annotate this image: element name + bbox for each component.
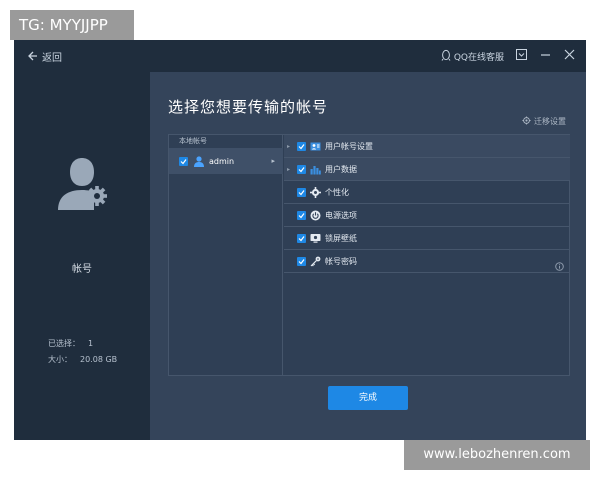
migration-settings-label: 迁移设置: [534, 117, 566, 126]
local-accounts-header: 本地帐号: [179, 137, 207, 145]
item-checkbox[interactable]: [297, 187, 306, 197]
transfer-items-list: ▸ 用户帐号设置 ▸ 用户数据 个性化 电源选项 锁屏壁纸 帐号密码: [284, 135, 570, 273]
title-bar-controls: QQ在线客服: [441, 48, 576, 64]
selected-count: 已选择： 1: [48, 338, 93, 349]
account-row-admin[interactable]: admin ▸: [169, 148, 283, 174]
close-button[interactable]: [562, 49, 576, 63]
list-item-lockscreen-wallpaper[interactable]: 锁屏壁纸: [284, 227, 570, 250]
title-bar: 返回 QQ在线客服: [14, 40, 586, 72]
item-label: 用户数据: [325, 164, 357, 174]
expand-arrow-icon[interactable]: ▸: [287, 143, 297, 150]
size-label: 大小：: [48, 355, 72, 364]
user-account-settings-icon: [310, 141, 321, 152]
close-icon: [564, 49, 575, 63]
item-label: 电源选项: [325, 210, 357, 220]
selected-value: 1: [88, 339, 94, 348]
size-value: 20.08 GB: [80, 355, 118, 364]
item-label: 锁屏壁纸: [325, 233, 357, 243]
account-avatar-settings-icon: [54, 154, 110, 214]
qq-support-label: QQ在线客服: [453, 52, 504, 63]
migration-settings-link[interactable]: 迁移设置: [522, 116, 566, 127]
item-checkbox[interactable]: [297, 210, 306, 220]
item-checkbox[interactable]: [297, 141, 306, 151]
dropdown-menu-icon: [515, 49, 527, 63]
list-item-user-account-settings[interactable]: ▸ 用户帐号设置: [284, 135, 570, 158]
account-summary-panel: 帐号 已选择： 1 大小： 20.08 GB: [14, 72, 150, 440]
qq-support-link[interactable]: QQ在线客服: [441, 49, 504, 64]
item-checkbox[interactable]: [297, 164, 306, 174]
minimize-icon: [540, 49, 551, 63]
personalization-gear-icon: [310, 186, 321, 198]
item-label: 用户帐号设置: [325, 141, 373, 151]
info-icon[interactable]: [555, 256, 564, 275]
item-checkbox[interactable]: [297, 233, 306, 243]
account-label: 帐号: [72, 264, 92, 275]
account-checkbox[interactable]: [179, 156, 188, 166]
done-button[interactable]: 完成: [328, 386, 408, 410]
local-accounts-column: 本地帐号 admin ▸: [169, 135, 283, 375]
page-title: 选择您想要传输的帐号: [168, 98, 329, 116]
watermark-top: TG: MYYJJPP: [10, 10, 134, 40]
list-item-power-options[interactable]: 电源选项: [284, 204, 570, 227]
monitor-wallpaper-icon: [310, 233, 321, 244]
item-label: 帐号密码: [325, 256, 357, 266]
qq-penguin-icon: [441, 49, 451, 64]
selected-label: 已选择：: [48, 339, 80, 348]
user-icon: [193, 152, 205, 171]
back-label: 返回: [42, 52, 62, 64]
list-item-user-data[interactable]: ▸ 用户数据: [284, 158, 570, 181]
back-button[interactable]: 返回: [28, 49, 62, 64]
list-item-account-password[interactable]: 帐号密码: [284, 250, 570, 273]
total-size: 大小： 20.08 GB: [48, 354, 117, 365]
minimize-button[interactable]: [538, 49, 552, 63]
account-name: admin: [209, 156, 235, 166]
settings-gear-icon: [522, 116, 531, 127]
list-item-personalization[interactable]: 个性化: [284, 181, 570, 204]
user-data-icon: [310, 164, 321, 175]
item-checkbox[interactable]: [297, 256, 306, 266]
item-label: 个性化: [325, 187, 349, 197]
key-icon: [310, 256, 321, 267]
migration-window: 返回 QQ在线客服 帐号 已选择： 1 大小： 20.08 GB 选择您想要传输…: [14, 40, 586, 440]
power-icon: [310, 210, 321, 221]
watermark-bottom: www.lebozhenren.com: [404, 440, 590, 470]
expand-arrow-icon[interactable]: ▸: [287, 166, 297, 173]
back-arrow-icon: [28, 51, 38, 61]
selection-box: 本地帐号 admin ▸ ▸ 用户帐号设置 ▸ 用户数据 个性化 电源选项 锁屏…: [168, 134, 570, 376]
dropdown-menu-button[interactable]: [514, 49, 528, 63]
selection-panel: 选择您想要传输的帐号 迁移设置 本地帐号 admin ▸ ▸ 用户帐号设置 ▸ …: [150, 72, 586, 440]
chevron-right-icon: ▸: [271, 157, 275, 165]
